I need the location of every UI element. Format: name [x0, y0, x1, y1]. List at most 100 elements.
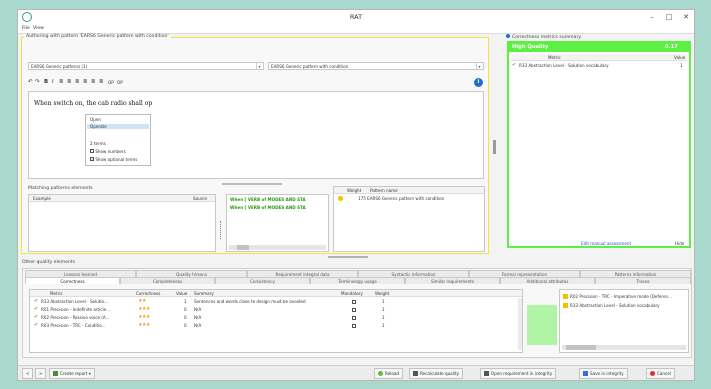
- tree-item-2[interactable]: R33 Abstraction Level - Solution vocabul…: [563, 303, 660, 308]
- hide-link[interactable]: Hide: [675, 241, 684, 246]
- align-center-icon[interactable]: ≣: [67, 79, 72, 85]
- open-integrity-button[interactable]: Open requirement in integrity: [480, 368, 557, 379]
- pattern-value: EARS6 Generic pattern with condition: [271, 64, 349, 69]
- tab-terminology[interactable]: Terminology usage: [310, 277, 405, 284]
- show-numbers-option[interactable]: Show numbers: [90, 149, 126, 154]
- mandatory-checkbox[interactable]: [352, 300, 356, 304]
- vertical-splitter[interactable]: [493, 140, 496, 154]
- row-weight: 1: [382, 307, 385, 312]
- tab-completeness[interactable]: Completeness: [120, 277, 215, 284]
- horizontal-scrollbar[interactable]: [229, 245, 326, 250]
- redo-icon[interactable]: ↷: [35, 79, 40, 85]
- autocomplete-popup: Open Operate 2 terms Show numbers ✓ Show…: [85, 114, 151, 166]
- table-row[interactable]: ✔ R01 Precision - Indefinite article... …: [30, 306, 522, 314]
- align-right-icon[interactable]: ≣: [75, 79, 80, 85]
- quality-level: High Quality: [512, 44, 549, 50]
- col-metric: Metric: [548, 55, 561, 60]
- tab-similar[interactable]: Similar requirements: [405, 277, 500, 284]
- show-numbers-label: Show numbers: [95, 149, 126, 154]
- create-report-button[interactable]: Create report ▾: [49, 368, 95, 379]
- mandatory-checkbox[interactable]: [352, 316, 356, 320]
- recalculate-button[interactable]: Recalculate quality: [409, 368, 463, 379]
- tab-lessons-learned[interactable]: Lessons learned: [25, 270, 136, 277]
- mandatory-checkbox[interactable]: [352, 324, 356, 328]
- col-source: Source: [193, 196, 208, 201]
- info-icon[interactable]: i: [474, 78, 483, 87]
- splitter-handle[interactable]: [220, 221, 221, 239]
- tab-traces[interactable]: Traces: [595, 277, 691, 284]
- horizontal-splitter[interactable]: [328, 256, 368, 258]
- table-row[interactable]: ✔ R03 Precision - TRC - Conditio... ★★★ …: [30, 322, 522, 330]
- star-rating: ★★★: [138, 314, 150, 320]
- open-integrity-label: Open requirement in integrity: [491, 371, 553, 376]
- tab-integral-data[interactable]: Requirement integral data: [247, 270, 358, 277]
- tab-consistency[interactable]: Consistency: [215, 277, 310, 284]
- col-value-2: Value: [176, 291, 188, 296]
- calculator-icon: [413, 371, 418, 376]
- title-bar: RAT – □ ✕: [18, 10, 694, 25]
- show-optional-option[interactable]: ✓ Show optional terms: [90, 157, 137, 162]
- justify-icon[interactable]: ≣: [83, 79, 88, 85]
- edit-assessment-link[interactable]: Edit manual assessment: [581, 241, 631, 246]
- show-optional-checkbox[interactable]: ✓: [90, 157, 94, 162]
- tab-additional[interactable]: Additional attributes: [500, 277, 595, 284]
- show-numbers-checkbox[interactable]: [90, 149, 94, 153]
- table-row[interactable]: ✔ R33 Abstraction Level - Solutio... ★★ …: [30, 298, 522, 306]
- weights-row-pattern[interactable]: 175 EARS6 Generic pattern with condition: [358, 196, 444, 201]
- reload-button[interactable]: Reload: [374, 368, 403, 379]
- back-button[interactable]: <: [22, 368, 34, 379]
- cancel-button[interactable]: Cancel: [646, 368, 675, 379]
- metrics-table: Metric Correctness Value Summary Mandato…: [29, 289, 523, 353]
- align-left-icon[interactable]: ≣: [59, 79, 64, 85]
- col-metric-name: Metric: [50, 291, 63, 296]
- summary-row-metric[interactable]: R33 Abstraction Level - Solution vocabul…: [519, 63, 609, 68]
- splitter-bar[interactable]: [527, 305, 557, 345]
- tabs-row-2: Correctness Completeness Consistency Ter…: [25, 277, 691, 284]
- col-pattern-name: Pattern name: [370, 188, 398, 193]
- tree-scrollbar[interactable]: [562, 345, 686, 350]
- row-summary: Sentences and words close to design must…: [194, 299, 306, 304]
- pattern-select[interactable]: EARS6 Generic pattern with condition ▾: [268, 62, 484, 70]
- window-title: RAT: [349, 13, 363, 21]
- pattern-group-value: EARS6 Generic patterns (1): [31, 64, 88, 69]
- editor-splitter[interactable]: [222, 183, 282, 185]
- save-icon: [583, 371, 588, 376]
- tab-correctness[interactable]: Correctness: [25, 277, 120, 284]
- menu-view[interactable]: View: [33, 26, 44, 31]
- save-integrity-label: Save in integrity: [590, 371, 624, 376]
- op-button[interactable]: OP: [108, 80, 114, 85]
- mandatory-checkbox[interactable]: [352, 308, 356, 312]
- show-optional-label: Show optional terms: [95, 157, 138, 162]
- op-button-2[interactable]: OP: [117, 80, 123, 85]
- chevron-down-icon: ▾: [476, 63, 482, 69]
- chevron-down-icon: ▾: [256, 63, 262, 69]
- menu-file[interactable]: File: [22, 26, 30, 31]
- folder-icon: [563, 294, 568, 299]
- table-row[interactable]: ✔ R02 Precision - Passive voice (A... ★★…: [30, 314, 522, 322]
- tab-patterns[interactable]: Patterns information: [580, 270, 691, 277]
- indent-icon[interactable]: ≣: [99, 79, 104, 85]
- summary-info-icon: [506, 34, 510, 38]
- warning-dot-icon: [338, 196, 343, 201]
- save-integrity-button[interactable]: Save in integrity: [579, 368, 628, 379]
- list-icon[interactable]: ≣: [91, 79, 96, 85]
- close-icon[interactable]: ✕: [679, 12, 693, 23]
- minimize-icon[interactable]: –: [645, 12, 659, 23]
- vertical-scrollbar[interactable]: [518, 298, 522, 350]
- suggestion-open[interactable]: Open: [90, 117, 101, 122]
- undo-icon[interactable]: ↶: [28, 79, 33, 85]
- maximize-icon[interactable]: □: [662, 12, 676, 23]
- metrics-header: [30, 290, 522, 297]
- bold-button[interactable]: B: [44, 79, 48, 85]
- tab-quality-hirsons[interactable]: Quality hirsons: [136, 270, 247, 277]
- row-metric: R02 Precision - Passive voice (A...: [41, 315, 110, 320]
- requirement-editor[interactable]: When switch on, the cab radio shall op O…: [28, 91, 484, 179]
- row-weight: 1: [382, 323, 385, 328]
- tab-syntactic[interactable]: Syntactic information: [358, 270, 469, 277]
- pattern-group-select[interactable]: EARS6 Generic patterns (1) ▾: [28, 62, 264, 70]
- italic-button[interactable]: I: [52, 79, 54, 85]
- tab-formal[interactable]: Formal representation: [469, 270, 580, 277]
- tree-item-1[interactable]: R02 Precision - TRC - Imperative mode (D…: [563, 294, 672, 299]
- forward-button[interactable]: >: [35, 368, 47, 379]
- suggestion-operate[interactable]: Operate: [87, 124, 149, 129]
